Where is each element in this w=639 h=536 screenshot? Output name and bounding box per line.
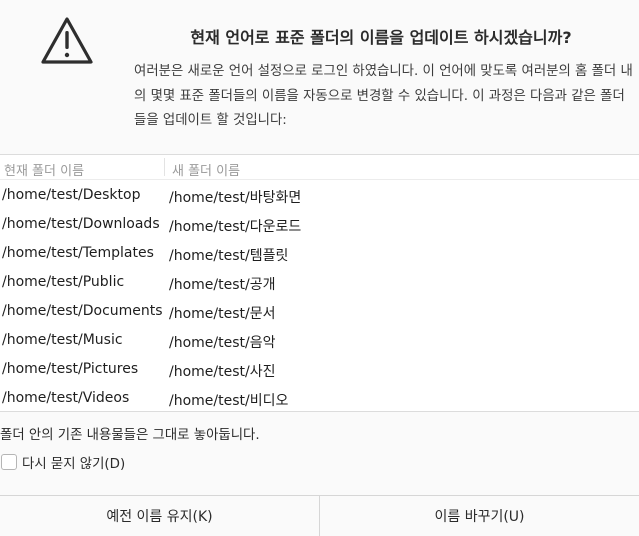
dont-ask-again-checkbox[interactable] — [1, 454, 17, 470]
dialog-header: 현재 언어로 표준 폴더의 이름을 업데이트 하시겠습니까? 여러분은 새로운 … — [0, 0, 639, 154]
current-folder-cell: /home/test/Public — [2, 274, 125, 290]
dialog-button-bar: 예전 이름 유지(K) 이름 바꾸기(U) — [0, 495, 639, 536]
table-row[interactable]: /home/test/Documents /home/test/문서 — [0, 297, 639, 326]
dont-ask-again-checkbox-row[interactable]: 다시 묻지 않기(D) — [0, 451, 125, 473]
column-divider — [164, 158, 165, 176]
rename-button[interactable]: 이름 바꾸기(U) — [320, 496, 639, 536]
table-row[interactable]: /home/test/Templates /home/test/템플릿 — [0, 239, 639, 268]
current-folder-cell: /home/test/Music — [2, 332, 123, 348]
table-row[interactable]: /home/test/Pictures /home/test/사진 — [0, 355, 639, 384]
update-folder-names-dialog: 현재 언어로 표준 폴더의 이름을 업데이트 하시겠습니까? 여러분은 새로운 … — [0, 0, 639, 536]
current-folder-cell: /home/test/Pictures — [2, 361, 139, 377]
dont-ask-again-label[interactable]: 다시 묻지 않기(D) — [22, 452, 125, 472]
table-header: 현재 폴더 이름 새 폴더 이름 — [0, 155, 639, 180]
column-header-new[interactable]: 새 폴더 이름 — [172, 160, 240, 179]
table-row[interactable]: /home/test/Downloads /home/test/다운로드 — [0, 210, 639, 239]
table-row[interactable]: /home/test/Music /home/test/음악 — [0, 326, 639, 355]
current-folder-cell: /home/test/Templates — [2, 245, 154, 261]
new-folder-cell: /home/test/문서 — [169, 306, 276, 322]
keep-old-names-button[interactable]: 예전 이름 유지(K) — [0, 496, 320, 536]
table-row[interactable]: /home/test/Videos /home/test/비디오 — [0, 384, 639, 413]
warning-triangle-icon — [41, 17, 93, 64]
contents-preserved-note: 폴더 안의 기존 내용물들은 그대로 놓아둡니다. — [0, 428, 260, 443]
new-folder-cell: /home/test/템플릿 — [169, 248, 289, 264]
new-folder-cell: /home/test/공개 — [169, 277, 276, 293]
current-folder-cell: /home/test/Downloads — [2, 216, 160, 232]
current-folder-cell: /home/test/Desktop — [2, 187, 141, 203]
dialog-title: 현재 언어로 표준 폴더의 이름을 업데이트 하시겠습니까? — [190, 28, 572, 47]
table-row[interactable]: /home/test/Desktop /home/test/바탕화면 — [0, 181, 639, 210]
column-header-current[interactable]: 현재 폴더 이름 — [4, 160, 84, 179]
table-body: /home/test/Desktop /home/test/바탕화면 /home… — [0, 181, 639, 413]
current-folder-cell: /home/test/Videos — [2, 390, 130, 406]
new-folder-cell: /home/test/사진 — [169, 364, 276, 380]
current-folder-cell: /home/test/Documents — [2, 303, 163, 319]
new-folder-cell: /home/test/다운로드 — [169, 219, 302, 235]
new-folder-cell: /home/test/비디오 — [169, 393, 289, 409]
new-folder-cell: /home/test/음악 — [169, 335, 276, 351]
table-row[interactable]: /home/test/Public /home/test/공개 — [0, 268, 639, 297]
dialog-description: 여러분은 새로운 언어 설정으로 로그인 하였습니다. 이 언어에 맞도록 여러… — [134, 64, 633, 128]
folder-rename-table: 현재 폴더 이름 새 폴더 이름 /home/test/Desktop /hom… — [0, 154, 639, 412]
new-folder-cell: /home/test/바탕화면 — [169, 190, 302, 206]
